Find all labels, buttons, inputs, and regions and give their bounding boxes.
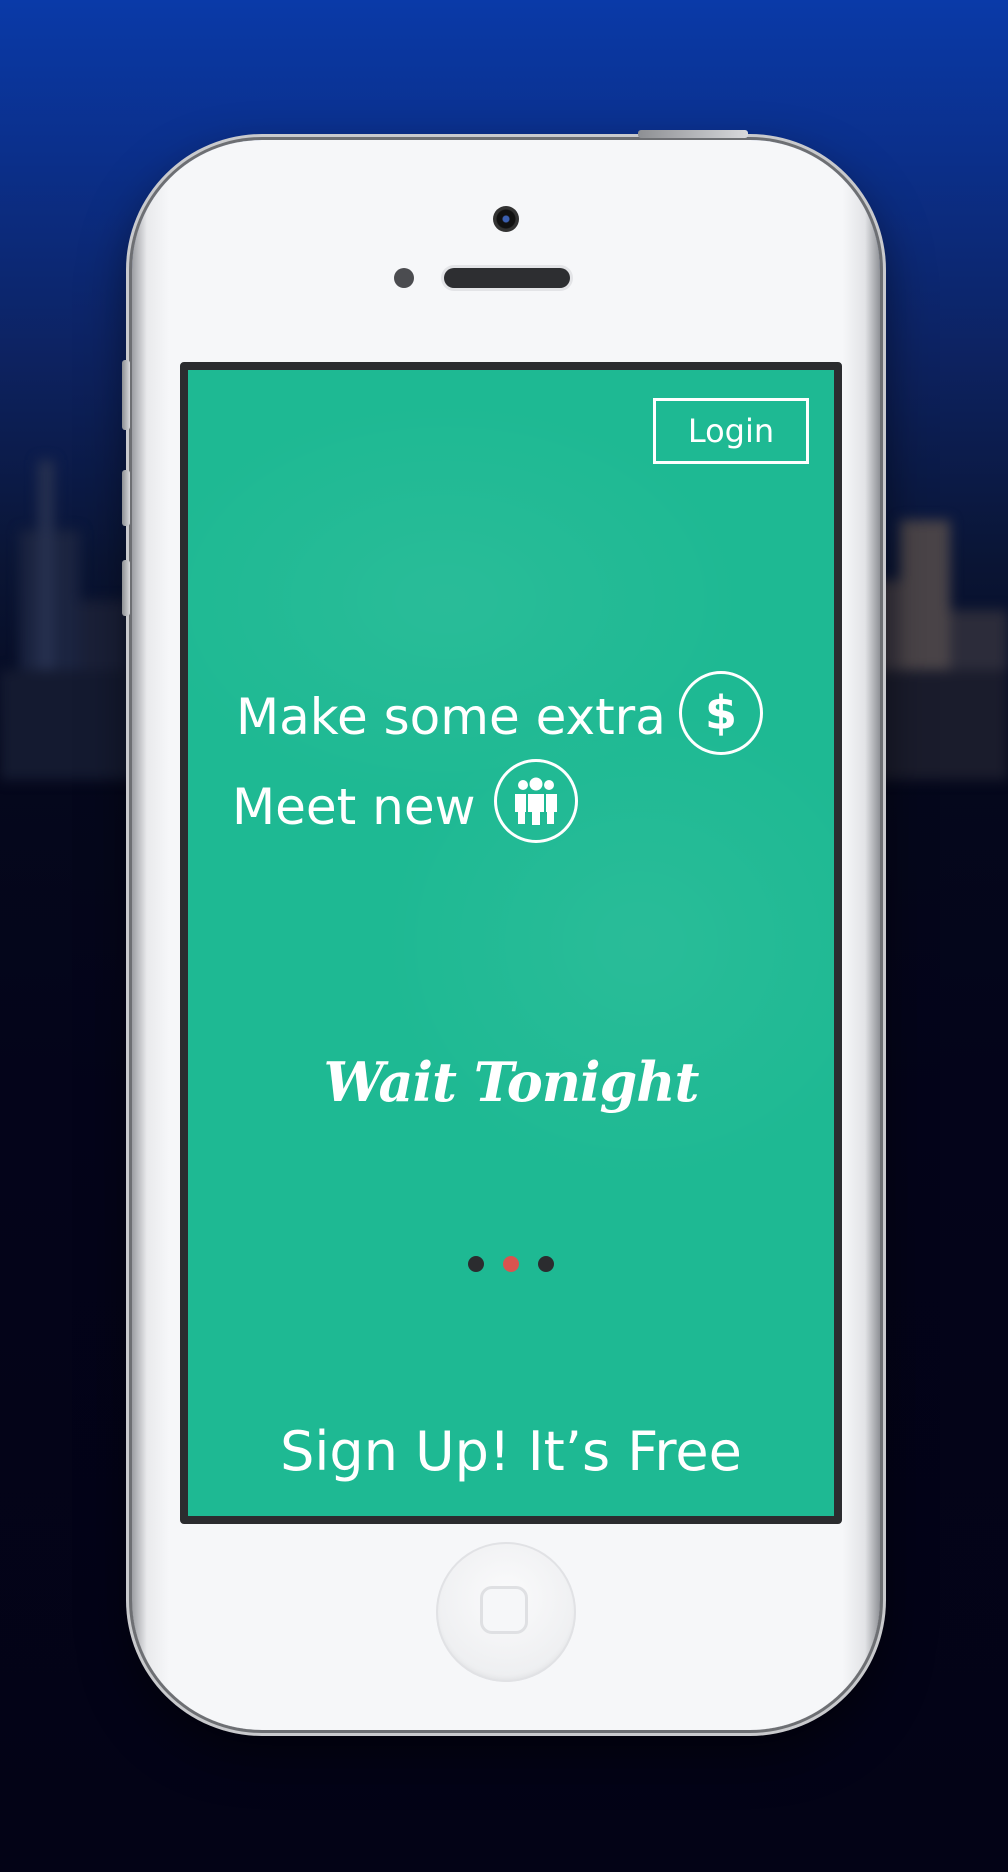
people-icon bbox=[494, 759, 578, 843]
mute-switch bbox=[122, 360, 130, 430]
volume-down-button bbox=[122, 560, 130, 616]
signup-button[interactable]: Sign Up! It’s Free bbox=[188, 1420, 834, 1483]
home-button[interactable] bbox=[436, 1542, 576, 1682]
app-screen: Login Make some extra $ Meet new Wait To… bbox=[180, 362, 842, 1524]
volume-up-button bbox=[122, 470, 130, 526]
tagline-meet-new: Meet new bbox=[232, 778, 476, 836]
home-square-icon bbox=[480, 1586, 528, 1634]
proximity-sensor bbox=[394, 268, 414, 288]
screen-background-pattern bbox=[188, 370, 834, 1516]
login-button[interactable]: Login bbox=[653, 398, 809, 464]
dollar-icon: $ bbox=[679, 671, 763, 755]
people-glyph bbox=[515, 777, 557, 826]
dollar-glyph: $ bbox=[704, 686, 737, 740]
page-dot-1[interactable] bbox=[468, 1256, 484, 1272]
earpiece-speaker bbox=[444, 268, 570, 288]
page-indicator bbox=[468, 1256, 554, 1274]
page-dot-3[interactable] bbox=[538, 1256, 554, 1272]
brand-logo: Wait Tonight bbox=[323, 1050, 700, 1114]
page-dot-2-active[interactable] bbox=[503, 1256, 519, 1272]
tagline-make-extra: Make some extra bbox=[236, 688, 666, 746]
power-button bbox=[638, 130, 748, 138]
iphone-frame: Login Make some extra $ Meet new Wait To… bbox=[122, 130, 880, 1730]
front-camera bbox=[493, 206, 519, 232]
